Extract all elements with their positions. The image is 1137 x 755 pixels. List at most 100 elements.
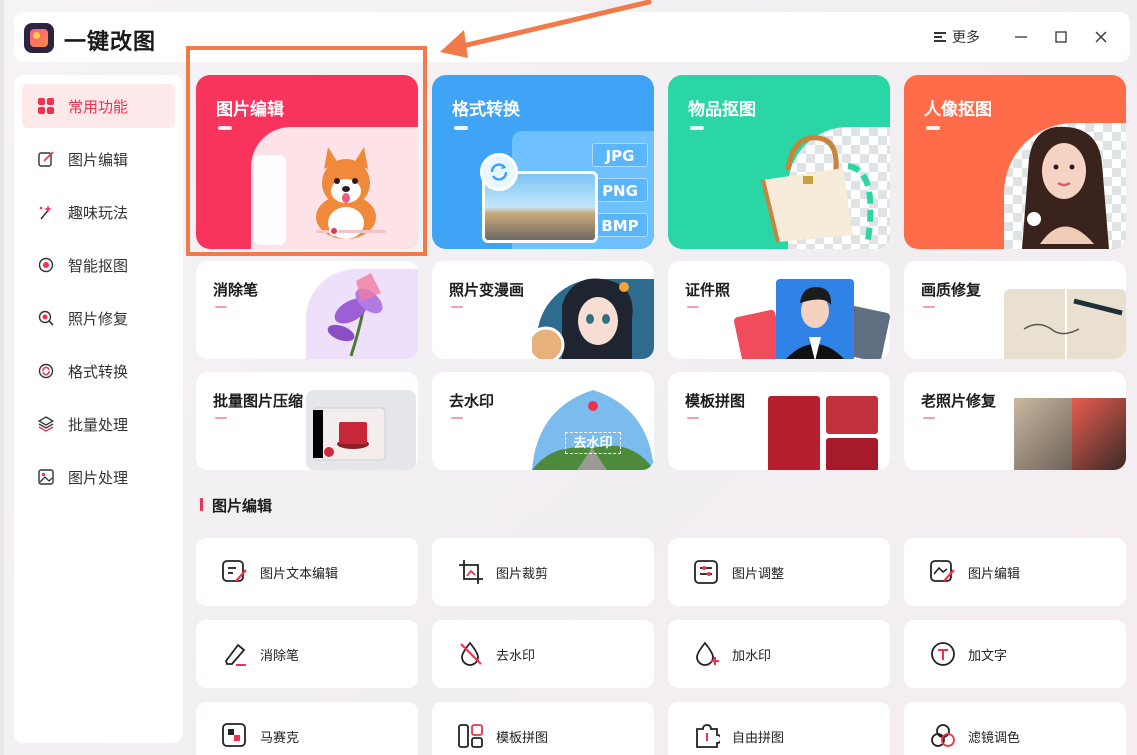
tool-add-text[interactable]: 加文字 bbox=[904, 620, 1126, 688]
sidebar-item-cutout[interactable]: 智能抠图 bbox=[22, 243, 175, 287]
tool-free-collage[interactable]: 自由拼图 bbox=[668, 702, 890, 755]
tool-label: 消除笔 bbox=[260, 648, 300, 664]
sidebar-item-label: 批量处理 bbox=[68, 415, 129, 434]
tool-filter[interactable]: 滤镜调色 bbox=[904, 702, 1126, 755]
menu-icon bbox=[934, 31, 946, 43]
feature-card-title: 格式转换 bbox=[452, 100, 520, 120]
close-button[interactable] bbox=[1089, 25, 1113, 49]
text-edit-icon bbox=[222, 559, 248, 585]
repair-icon bbox=[38, 310, 54, 326]
tool-label: 加文字 bbox=[968, 648, 1008, 664]
tool-label: 图片文本编辑 bbox=[260, 566, 339, 582]
sidebar-item-common[interactable]: 常用功能 bbox=[22, 84, 175, 128]
sidebar-item-label: 趣味玩法 bbox=[68, 203, 129, 222]
sidebar-item-label: 常用功能 bbox=[68, 97, 129, 116]
title-underline bbox=[215, 306, 227, 308]
minimize-button[interactable] bbox=[1009, 25, 1033, 49]
feature-card-image-edit[interactable]: 图片编辑 bbox=[196, 75, 418, 249]
template-icon bbox=[458, 723, 484, 749]
card-title: 画质修复 bbox=[921, 281, 982, 299]
title-underline bbox=[690, 126, 704, 130]
card-quality-restore[interactable]: 画质修复 bbox=[904, 261, 1126, 359]
tool-text-edit[interactable]: 图片文本编辑 bbox=[196, 538, 418, 606]
convert-icon bbox=[38, 363, 54, 379]
more-button[interactable]: 更多 bbox=[934, 27, 980, 47]
minimize-icon bbox=[1015, 36, 1027, 38]
adjust-icon bbox=[694, 559, 720, 585]
card-template-collage[interactable]: 模板拼图 bbox=[668, 372, 890, 470]
flower-illustration bbox=[327, 273, 383, 357]
pointer-arrow-icon bbox=[440, 0, 652, 58]
title-underline bbox=[926, 126, 940, 130]
card-remove-watermark[interactable]: 去水印 去水印 bbox=[432, 372, 654, 470]
watermark-tag: 去水印 bbox=[565, 432, 621, 454]
tool-label: 加水印 bbox=[732, 648, 772, 664]
crop-icon bbox=[458, 559, 484, 585]
compress-cake-illustration bbox=[313, 407, 386, 461]
watermark-landscape-illustration bbox=[532, 390, 654, 470]
tool-label: 滤镜调色 bbox=[968, 730, 1021, 746]
feature-card-format-convert[interactable]: JPG PNG BMP 格式转换 bbox=[432, 75, 654, 249]
tool-add-watermark[interactable]: 加水印 bbox=[668, 620, 890, 688]
eraser-icon bbox=[222, 641, 248, 667]
tool-crop[interactable]: 图片裁剪 bbox=[432, 538, 654, 606]
feature-card-title: 物品抠图 bbox=[688, 100, 756, 120]
refresh-icon bbox=[480, 153, 518, 191]
filter-icon bbox=[930, 723, 956, 749]
format-tag-bmp: BMP bbox=[592, 213, 648, 237]
add-text-icon bbox=[930, 641, 956, 667]
tool-label: 自由拼图 bbox=[732, 730, 785, 746]
sidebar-item-repair[interactable]: 照片修复 bbox=[22, 296, 175, 340]
sidebar-item-image-edit[interactable]: 图片编辑 bbox=[22, 137, 175, 181]
tool-image-edit[interactable]: 图片编辑 bbox=[904, 538, 1126, 606]
app-window: 一键改图 更多 常用功能 图片编辑 趣味玩法 智能抠图 照片修复 格式转换 批量… bbox=[4, 0, 1137, 755]
title-underline bbox=[454, 126, 468, 130]
image-icon bbox=[38, 469, 54, 485]
edit-icon bbox=[38, 151, 54, 167]
card-photo-to-anime[interactable]: 照片变漫画 bbox=[432, 261, 654, 359]
title-underline bbox=[923, 306, 935, 308]
sidebar-item-fun[interactable]: 趣味玩法 bbox=[22, 190, 175, 234]
format-tag-jpg: JPG bbox=[592, 143, 648, 167]
section-title: 图片编辑 bbox=[200, 495, 272, 516]
feature-card-portrait-cutout[interactable]: 人像抠图 bbox=[904, 75, 1126, 249]
tool-mosaic[interactable]: 马赛克 bbox=[196, 702, 418, 755]
card-eraser[interactable]: 消除笔 bbox=[196, 261, 418, 359]
sidebar-item-label: 图片编辑 bbox=[68, 150, 129, 169]
shiba-dog-illustration bbox=[316, 147, 376, 239]
sidebar-item-label: 格式转换 bbox=[68, 362, 129, 381]
image-edit-icon bbox=[930, 559, 956, 585]
card-id-photo[interactable]: 证件照 bbox=[668, 261, 890, 359]
feature-card-title: 图片编辑 bbox=[216, 100, 284, 120]
card-old-photo-restore[interactable]: 老照片修复 bbox=[904, 372, 1126, 470]
tool-label: 图片编辑 bbox=[968, 566, 1021, 582]
format-tag-png: PNG bbox=[592, 178, 648, 202]
title-underline bbox=[451, 417, 463, 419]
sidebar-item-image-process[interactable]: 图片处理 bbox=[22, 455, 175, 499]
tool-label: 马赛克 bbox=[260, 730, 300, 746]
sidebar-item-label: 照片修复 bbox=[68, 309, 129, 328]
title-underline bbox=[687, 306, 699, 308]
anime-girl-illustration bbox=[532, 278, 633, 359]
tool-eraser[interactable]: 消除笔 bbox=[196, 620, 418, 688]
card-title: 照片变漫画 bbox=[449, 281, 525, 299]
title-underline bbox=[215, 417, 227, 419]
maximize-icon bbox=[1055, 31, 1067, 43]
portrait-woman-illustration bbox=[1022, 126, 1109, 249]
grid-icon bbox=[38, 98, 54, 114]
card-batch-compress[interactable]: 批量图片压缩 bbox=[196, 372, 418, 470]
sidebar: 常用功能 图片编辑 趣味玩法 智能抠图 照片修复 格式转换 批量处理 图片处理 bbox=[14, 75, 183, 743]
feature-card-title: 人像抠图 bbox=[924, 100, 992, 120]
tool-template-collage[interactable]: 模板拼图 bbox=[432, 702, 654, 755]
tool-remove-watermark[interactable]: 去水印 bbox=[432, 620, 654, 688]
feature-card-object-cutout[interactable]: 物品抠图 bbox=[668, 75, 890, 249]
collage-photo-top bbox=[826, 396, 878, 434]
collage-photo-main bbox=[768, 396, 820, 470]
card-title: 证件照 bbox=[685, 281, 731, 299]
sidebar-item-batch[interactable]: 批量处理 bbox=[22, 402, 175, 446]
tool-label: 图片裁剪 bbox=[496, 566, 549, 582]
maximize-button[interactable] bbox=[1049, 25, 1073, 49]
sidebar-item-convert[interactable]: 格式转换 bbox=[22, 349, 175, 393]
tool-adjust[interactable]: 图片调整 bbox=[668, 538, 890, 606]
layers-icon bbox=[37, 416, 55, 432]
